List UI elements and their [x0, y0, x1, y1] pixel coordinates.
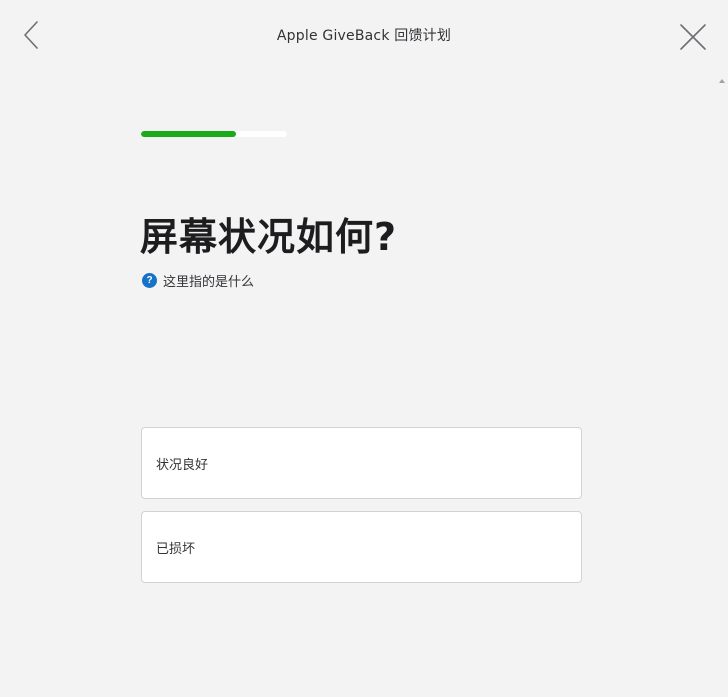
- option-label: 已损坏: [156, 541, 196, 557]
- page-title: 屏幕状况如何?: [140, 215, 398, 259]
- question-circle-icon: ?: [142, 273, 157, 288]
- progress-bar: [141, 131, 287, 137]
- option-good-condition[interactable]: 状况良好: [141, 427, 582, 499]
- option-label: 状况良好: [156, 457, 209, 473]
- close-button[interactable]: [675, 19, 711, 55]
- help-link-text: 这里指的是什么: [163, 275, 255, 290]
- page: Apple GiveBack 回馈计划 屏幕状况如何? ? 这里指的是什么 状况…: [0, 0, 728, 697]
- triangle-up-icon: [719, 79, 725, 83]
- header-title: Apple GiveBack 回馈计划: [276, 28, 452, 44]
- close-icon: [680, 24, 706, 50]
- option-damaged[interactable]: 已损坏: [141, 511, 582, 583]
- help-link[interactable]: ? 这里指的是什么: [142, 271, 254, 290]
- progress-bar-fill: [141, 131, 236, 137]
- header: Apple GiveBack 回馈计划: [0, 0, 728, 83]
- scrollbar-up-arrow[interactable]: [717, 71, 727, 83]
